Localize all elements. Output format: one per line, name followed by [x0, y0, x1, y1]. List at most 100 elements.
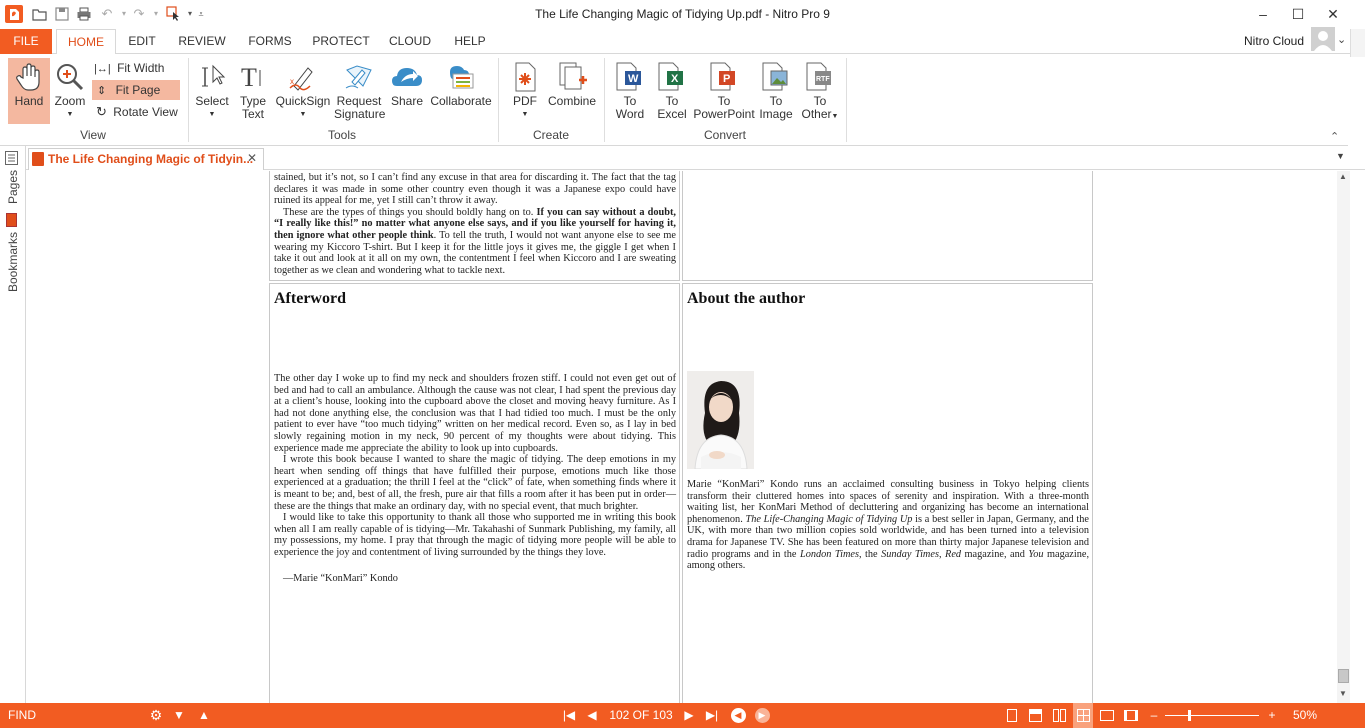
- close-button[interactable]: ✕: [1318, 4, 1348, 24]
- facing-view-icon[interactable]: [1050, 703, 1068, 728]
- tab-forms[interactable]: FORMS: [245, 29, 295, 54]
- type-text-label-2: Text: [241, 107, 264, 121]
- scroll-down-icon[interactable]: ▼: [1339, 689, 1347, 698]
- image-icon: [761, 62, 791, 92]
- zoom-out-icon[interactable]: –: [1147, 703, 1161, 728]
- pages-panel-icon[interactable]: [5, 151, 18, 165]
- page-103: About the author Marie “KonMari” Kondo r…: [682, 283, 1093, 703]
- zoom-slider-thumb[interactable]: [1188, 710, 1191, 721]
- close-tab-icon[interactable]: ✕: [247, 151, 257, 165]
- find-next-icon[interactable]: ▼: [171, 703, 187, 728]
- maximize-button[interactable]: ☐: [1283, 4, 1313, 24]
- next-page-icon[interactable]: ▶: [681, 703, 697, 728]
- find-settings-icon[interactable]: ⚙: [148, 703, 164, 728]
- vertical-scrollbar[interactable]: ▲ ▼: [1337, 171, 1350, 703]
- to-excel-button[interactable]: X To Excel: [652, 62, 692, 124]
- fit-width-icon: |↔|: [94, 63, 111, 75]
- tab-help[interactable]: HELP: [450, 29, 490, 54]
- document-tab[interactable]: The Life Changing Magic of Tidyin... ✕: [28, 148, 264, 170]
- quicksign-icon: x: [288, 62, 318, 92]
- to-other-dropdown-icon: ▼: [831, 113, 839, 120]
- status-bar: FIND ⚙ ▼ ▲ |◀ ◀ 102 OF 103 ▶ ▶| ◀ ▶ – + …: [0, 703, 1365, 728]
- tab-cloud[interactable]: CLOUD: [386, 29, 434, 54]
- tab-edit[interactable]: EDIT: [122, 29, 162, 54]
- rotate-view-button[interactable]: ↻ Rotate View: [92, 102, 182, 122]
- previous-page-icon[interactable]: ◀: [584, 703, 600, 728]
- zoom-slider[interactable]: [1165, 710, 1259, 721]
- zoom-button[interactable]: Zoom ▼: [52, 58, 88, 124]
- bookmarks-panel-tab[interactable]: Bookmarks: [6, 232, 20, 292]
- tab-file[interactable]: FILE: [0, 29, 52, 54]
- view-group-label: View: [80, 128, 106, 142]
- to-other-button[interactable]: RTF To Other▼: [798, 62, 842, 124]
- bookmarks-panel-icon[interactable]: [6, 213, 17, 227]
- paragraph: The other day I woke up to find my neck …: [274, 373, 676, 454]
- ribbon-separator: [846, 58, 847, 142]
- tools-group-label: Tools: [327, 128, 356, 142]
- next-view-icon[interactable]: ▶: [753, 703, 771, 728]
- author-photo: [687, 371, 754, 469]
- pages-panel-tab[interactable]: Pages: [6, 170, 20, 204]
- svg-text:W: W: [628, 73, 639, 85]
- tab-protect[interactable]: PROTECT: [312, 29, 370, 54]
- page-indicator[interactable]: 102 OF 103: [606, 703, 676, 728]
- type-text-button[interactable]: T Type Text: [235, 62, 271, 124]
- to-powerpoint-button[interactable]: P To PowerPoint: [692, 62, 756, 124]
- create-pdf-button[interactable]: PDF ▼: [506, 62, 544, 124]
- pdf-file-icon: [32, 152, 44, 166]
- fit-width-button[interactable]: |↔| Fit Width: [92, 58, 180, 78]
- side-panel-toggle[interactable]: [1350, 29, 1365, 57]
- single-page-view-icon[interactable]: [1003, 703, 1021, 728]
- share-button[interactable]: Share: [388, 62, 426, 124]
- request-signature-button[interactable]: Request Signature: [334, 62, 385, 124]
- select-button[interactable]: Select ▼: [192, 62, 232, 124]
- create-group-label: Create: [532, 128, 570, 142]
- scroll-thumb[interactable]: [1338, 669, 1349, 683]
- pdf-icon: [510, 62, 540, 92]
- facing-continuous-view-icon[interactable]: [1073, 703, 1093, 728]
- continuous-view-icon[interactable]: [1026, 703, 1044, 728]
- collaborate-label: Collaborate: [430, 94, 492, 108]
- combine-button[interactable]: Combine: [546, 62, 598, 124]
- document-view[interactable]: stained, but it’s not, so I can’t find a…: [27, 171, 1337, 703]
- tab-list-dropdown-icon[interactable]: ▼: [1336, 151, 1345, 161]
- find-button[interactable]: FIND: [8, 703, 38, 728]
- rotate-view-icon: ↻: [96, 104, 107, 119]
- tab-home[interactable]: HOME: [56, 29, 116, 55]
- zoom-in-icon[interactable]: +: [1264, 703, 1280, 728]
- quicksign-button[interactable]: x QuickSign ▼: [274, 62, 332, 124]
- find-previous-icon[interactable]: ▲: [196, 703, 212, 728]
- collaborate-button[interactable]: Collaborate: [428, 62, 494, 124]
- menu-bar: FILE HOME EDIT REVIEW FORMS PROTECT CLOU…: [0, 27, 1365, 55]
- hand-button[interactable]: Hand: [8, 58, 50, 124]
- to-word-button[interactable]: W To Word: [610, 62, 650, 124]
- create-pdf-label: PDF: [513, 94, 537, 108]
- zoom-level[interactable]: 50%: [1288, 703, 1322, 728]
- paragraph: Marie “KonMari” Kondo runs an acclaimed …: [687, 479, 1090, 572]
- user-name[interactable]: Nitro Cloud: [1244, 34, 1304, 48]
- fit-width-view-icon[interactable]: [1121, 703, 1141, 728]
- user-menu-chevron-icon[interactable]: ⌄: [1337, 33, 1346, 46]
- collapse-ribbon-icon[interactable]: ⌃: [1330, 130, 1339, 143]
- fit-page-button[interactable]: ⇕ Fit Page: [92, 80, 180, 100]
- previous-view-icon[interactable]: ◀: [729, 703, 747, 728]
- first-page-icon[interactable]: |◀: [560, 703, 578, 728]
- to-image-button[interactable]: To Image: [756, 62, 796, 124]
- scroll-up-icon[interactable]: ▲: [1339, 172, 1347, 181]
- minimize-button[interactable]: –: [1248, 4, 1278, 24]
- zoom-dropdown-icon: ▼: [66, 111, 74, 118]
- zoom-label: Zoom: [54, 94, 86, 108]
- quicksign-label: QuickSign: [275, 94, 331, 108]
- fit-page-view-icon[interactable]: [1097, 703, 1117, 728]
- svg-text:x: x: [290, 77, 294, 86]
- ribbon-separator: [498, 58, 499, 142]
- select-dropdown-icon: ▼: [208, 111, 216, 118]
- create-pdf-dropdown-icon: ▼: [521, 111, 529, 118]
- tab-review[interactable]: REVIEW: [176, 29, 228, 54]
- avatar[interactable]: [1311, 27, 1335, 51]
- signature: —Marie “KonMari” Kondo: [283, 572, 398, 584]
- last-page-icon[interactable]: ▶|: [703, 703, 721, 728]
- rtf-icon: RTF: [805, 62, 835, 92]
- paragraph: stained, but it’s not, so I can’t find a…: [274, 172, 676, 207]
- page-102: Afterword The other day I woke up to fin…: [269, 283, 680, 703]
